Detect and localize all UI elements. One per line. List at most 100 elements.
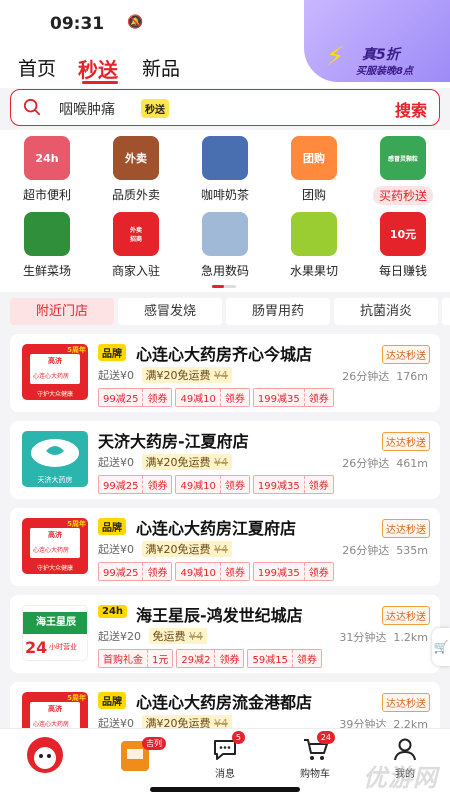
logo-name: 心连心大药房: [33, 373, 70, 380]
group-buy-icon: 团购: [291, 136, 337, 180]
category-label: 每日赚钱: [378, 264, 427, 278]
store-card[interactable]: 海王星辰 24 小时营业 24h 海王星辰-鸿发世纪城店 达达秒送 起送¥20 免运…: [10, 595, 440, 673]
store-delivery-info: 起送¥0 满¥20免运费 ¥4: [98, 367, 232, 383]
tab-home[interactable]: 首页: [18, 54, 56, 81]
tab-new-products[interactable]: 新品: [142, 54, 180, 81]
home-indicator: [150, 787, 300, 792]
category-1[interactable]: 外卖 品质外卖: [96, 136, 176, 203]
category-7[interactable]: 急用数码: [185, 212, 265, 279]
logo-hours: 24: [25, 638, 48, 657]
search-input[interactable]: 咽喉肿痛: [59, 99, 115, 119]
coffee-cup-icon: [202, 136, 248, 180]
cart-badge: 24: [316, 731, 335, 744]
store-meta: 31分钟达 1.2km: [339, 629, 428, 645]
category-label: 超市便利: [22, 188, 71, 202]
coupon[interactable]: 99减25 领券: [98, 562, 173, 581]
tab-jd-home[interactable]: [10, 735, 80, 779]
promo-banner[interactable]: ⚡ 真5折 买服装晚8点: [304, 0, 450, 82]
min-order: 起送¥0: [98, 456, 134, 469]
watermark: 优游网: [363, 764, 438, 792]
top-nav: 首页 秒送 新品: [0, 46, 304, 86]
coupon[interactable]: 199减35 领券: [252, 562, 334, 581]
distance: 176m: [396, 370, 428, 383]
store-name: 心连心大药房流金港都店: [136, 693, 313, 712]
filter-more[interactable]: [442, 298, 450, 325]
category-label: 生鲜菜场: [22, 264, 71, 278]
delivery-badge: 达达秒送: [382, 432, 430, 451]
coupon[interactable]: 29减2 领券: [176, 649, 245, 668]
merchant-join-icon: 外卖 招商: [113, 212, 159, 256]
coupon[interactable]: 49减10 领券: [175, 562, 250, 581]
brand-tag: 品牌: [98, 344, 126, 361]
coupon[interactable]: 99减25 领券: [98, 475, 173, 494]
store-name: 心连心大药房齐心今城店: [136, 345, 313, 364]
active-tab-underline: [82, 81, 118, 84]
coupon[interactable]: 199减35 领券: [252, 475, 334, 494]
floating-cart-icon[interactable]: 🛒: [432, 628, 450, 666]
filter-stomach[interactable]: 肠胃用药: [226, 298, 330, 325]
category-5[interactable]: 生鲜菜场: [7, 212, 87, 279]
store-logo: 天济大药房: [22, 431, 88, 487]
store-card[interactable]: 5周年 高济 心连心大药房 守护大众健康 品牌 心连心大药房江夏府店 达达秒送 起送…: [10, 508, 440, 586]
distance: 461m: [396, 457, 428, 470]
coupon-row: 首购礼金 1元 29减2 领券 59减15 领券: [98, 649, 322, 668]
store-name: 海王星辰-鸿发世纪城店: [136, 606, 303, 625]
min-order: 起送¥0: [98, 543, 134, 556]
tab-messages-label: 消息: [215, 769, 235, 780]
store-delivery-info: 起送¥20 免运费 ¥4: [98, 628, 207, 644]
delivery-time: 26分钟达: [342, 544, 390, 557]
search-bar[interactable]: 咽喉肿痛 秒送 搜索: [10, 89, 440, 126]
category-label: 商家入驻: [111, 264, 160, 278]
coupon[interactable]: 199减35 领券: [252, 388, 334, 407]
store-meta: 26分钟达 176m: [342, 368, 428, 384]
category-4[interactable]: 感冒灵颗粒 买药秒送: [363, 136, 443, 205]
filter-antibiotic[interactable]: 抗菌消炎: [334, 298, 438, 325]
store-delivery-info: 起送¥0 满¥20免运费 ¥4: [98, 541, 232, 557]
distance: 535m: [396, 544, 428, 557]
logo-name: 心连心大药房: [33, 547, 70, 554]
filter-nearby[interactable]: 附近门店: [10, 298, 114, 325]
search-icon: [23, 98, 41, 116]
shipping-tag: 满¥20免运费 ¥4: [141, 541, 232, 557]
coupon[interactable]: 首购礼金 1元: [98, 649, 174, 668]
coupon[interactable]: 49减10 领券: [175, 475, 250, 494]
tab-instant-delivery[interactable]: 秒送: [78, 54, 118, 83]
logo-name: 海王星辰: [23, 612, 87, 634]
logo-brand: 高济: [48, 531, 62, 539]
shipping-tag: 满¥20免运费 ¥4: [141, 454, 232, 470]
lightning-icon: ⚡: [326, 42, 345, 72]
logo-slogan: 守护大众健康: [36, 565, 73, 572]
delivery-badge: 达达秒送: [382, 693, 430, 712]
tab-cart[interactable]: 24 购物车: [280, 731, 350, 780]
tab-delivery[interactable]: 吉列: [100, 735, 170, 779]
message-badge: 5: [231, 731, 245, 744]
coupon[interactable]: 99减25 领券: [98, 388, 173, 407]
category-8[interactable]: 水果果切: [274, 212, 354, 279]
store-logo: 5周年 高济 心连心大药房 守护大众健康: [22, 344, 88, 400]
takeout-bag-icon: 外卖: [113, 136, 159, 180]
category-2[interactable]: 咖啡奶茶: [185, 136, 265, 203]
tab-messages[interactable]: 5 消息: [190, 731, 260, 780]
search-button[interactable]: 搜索: [395, 97, 427, 121]
coupon[interactable]: 49减10 领券: [175, 388, 250, 407]
category-9[interactable]: 10元每日赚钱: [363, 212, 443, 279]
delivery-badge: 吉列: [142, 737, 166, 750]
coupon[interactable]: 59减15 领券: [247, 649, 322, 668]
tianji-logo-icon: [31, 439, 79, 467]
category-label: 买药秒送: [372, 186, 433, 205]
cable-icon: [202, 212, 248, 256]
grid-pager: [212, 285, 236, 288]
store-card[interactable]: 5周年 高济 心连心大药房 守护大众健康 品牌 心连心大药房齐心今城店 达达秒送 起…: [10, 334, 440, 412]
store-delivery-info: 起送¥0 满¥20免运费 ¥4: [98, 454, 232, 470]
red-packet-icon: 10元: [380, 212, 426, 256]
store-meta: 26分钟达 461m: [342, 455, 428, 471]
filter-cold-fever[interactable]: 感冒发烧: [118, 298, 222, 325]
category-3[interactable]: 团购 团购: [274, 136, 354, 203]
broccoli-icon: [24, 212, 70, 256]
category-label: 团购: [301, 188, 326, 202]
store-card[interactable]: 天济大药房 天济大药房-江夏府店 达达秒送 起送¥0 满¥20免运费 ¥4 26分…: [10, 421, 440, 499]
category-6[interactable]: 外卖 招商 商家入驻: [96, 212, 176, 279]
promo-title: 真5折: [362, 47, 400, 63]
category-0[interactable]: 24h 超市便利: [7, 136, 87, 203]
delivery-time: 26分钟达: [342, 457, 390, 470]
